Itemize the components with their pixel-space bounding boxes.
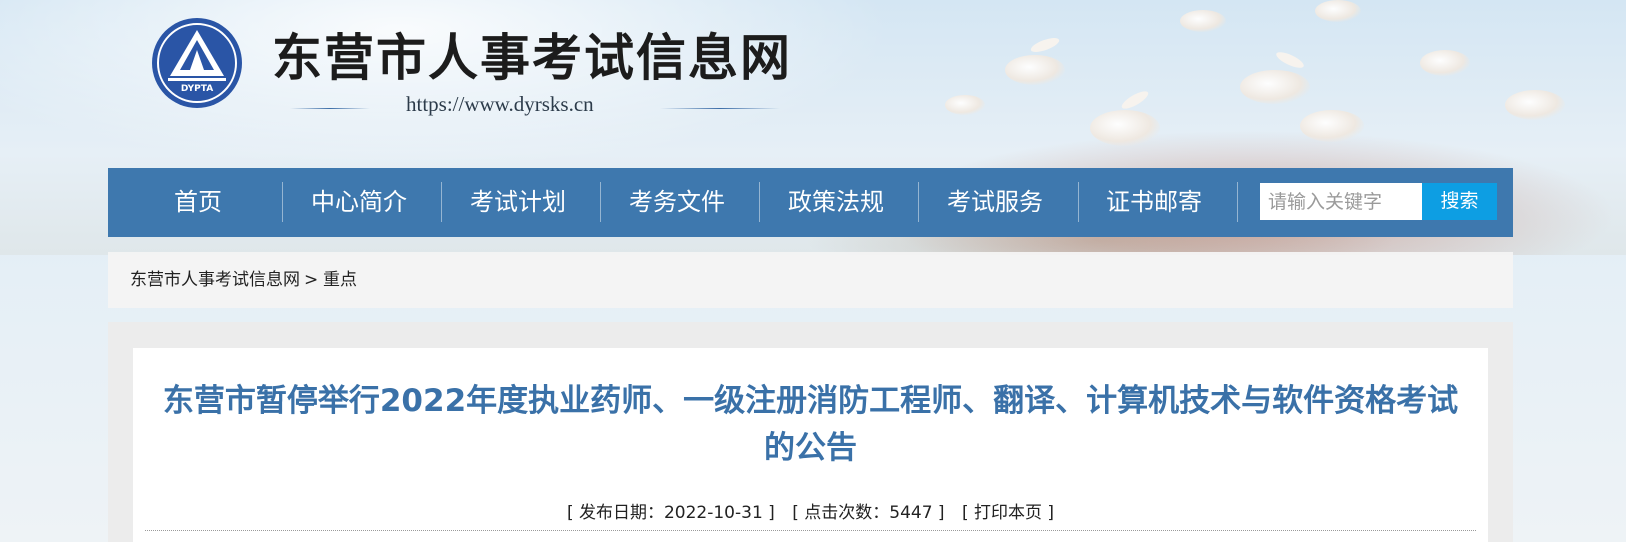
site-logo: DYPTA	[152, 18, 242, 108]
search-input[interactable]	[1260, 183, 1422, 220]
article-meta: [ 发布日期：2022-10-31 ] [ 点击次数：5447 ] [ 打印本页…	[133, 498, 1488, 523]
article-panel: 东营市暂停举行2022年度执业药师、一级注册消防工程师、翻译、计算机技术与软件资…	[133, 348, 1488, 542]
nav-separator	[282, 182, 283, 222]
egret-decoration	[1240, 70, 1310, 104]
url-left-line	[290, 108, 370, 109]
egret-wing-decoration	[1029, 35, 1061, 55]
print-page-link[interactable]: [ 打印本页 ]	[962, 503, 1054, 523]
egret-decoration	[1180, 10, 1226, 32]
nav-separator	[918, 182, 919, 222]
egret-decoration	[1420, 50, 1470, 76]
egret-decoration	[945, 95, 985, 115]
nav-item-home[interactable]: 首页	[138, 168, 258, 237]
egret-decoration	[1005, 55, 1065, 85]
nav-separator	[759, 182, 760, 222]
nav-separator	[1078, 182, 1079, 222]
egret-decoration	[1300, 110, 1364, 142]
nav-item-exam-services[interactable]: 考试服务	[934, 168, 1056, 237]
breadcrumb: 东营市人事考试信息网 > 重点	[108, 252, 1513, 308]
egret-decoration	[1090, 110, 1160, 146]
logo-text: DYPTA	[181, 84, 213, 94]
nav-separator	[441, 182, 442, 222]
main-nav: 首页 中心简介 考试计划 考务文件 政策法规 考试服务 证书邮寄 搜索	[108, 168, 1513, 237]
egret-decoration	[1315, 0, 1361, 22]
breadcrumb-home-link[interactable]: 东营市人事考试信息网	[130, 252, 300, 308]
meta-divider	[145, 530, 1476, 531]
publish-date: [ 发布日期：2022-10-31 ]	[566, 503, 775, 523]
view-count: [ 点击次数：5447 ]	[792, 503, 945, 523]
breadcrumb-current[interactable]: 重点	[323, 252, 357, 308]
nav-separator	[1237, 182, 1238, 222]
url-right-line	[660, 108, 780, 109]
egret-wing-decoration	[1274, 49, 1306, 71]
nav-item-exam-plan[interactable]: 考试计划	[457, 168, 579, 237]
site-title: 东营市人事考试信息网	[272, 29, 792, 87]
article-title: 东营市暂停举行2022年度执业药师、一级注册消防工程师、翻译、计算机技术与软件资…	[162, 383, 1459, 466]
search-button[interactable]: 搜索	[1422, 183, 1497, 220]
nav-item-about[interactable]: 中心简介	[298, 168, 420, 237]
nav-separator	[600, 182, 601, 222]
nav-item-certificate-mail[interactable]: 证书邮寄	[1093, 168, 1215, 237]
site-url: https://www.dyrsks.cn	[406, 92, 594, 116]
egret-decoration	[1505, 90, 1565, 120]
egret-wing-decoration	[1119, 88, 1151, 112]
nav-item-exam-docs[interactable]: 考务文件	[616, 168, 738, 237]
nav-item-policies[interactable]: 政策法规	[775, 168, 897, 237]
site-url-block: https://www.dyrsks.cn	[290, 92, 790, 122]
breadcrumb-separator: >	[304, 270, 319, 290]
